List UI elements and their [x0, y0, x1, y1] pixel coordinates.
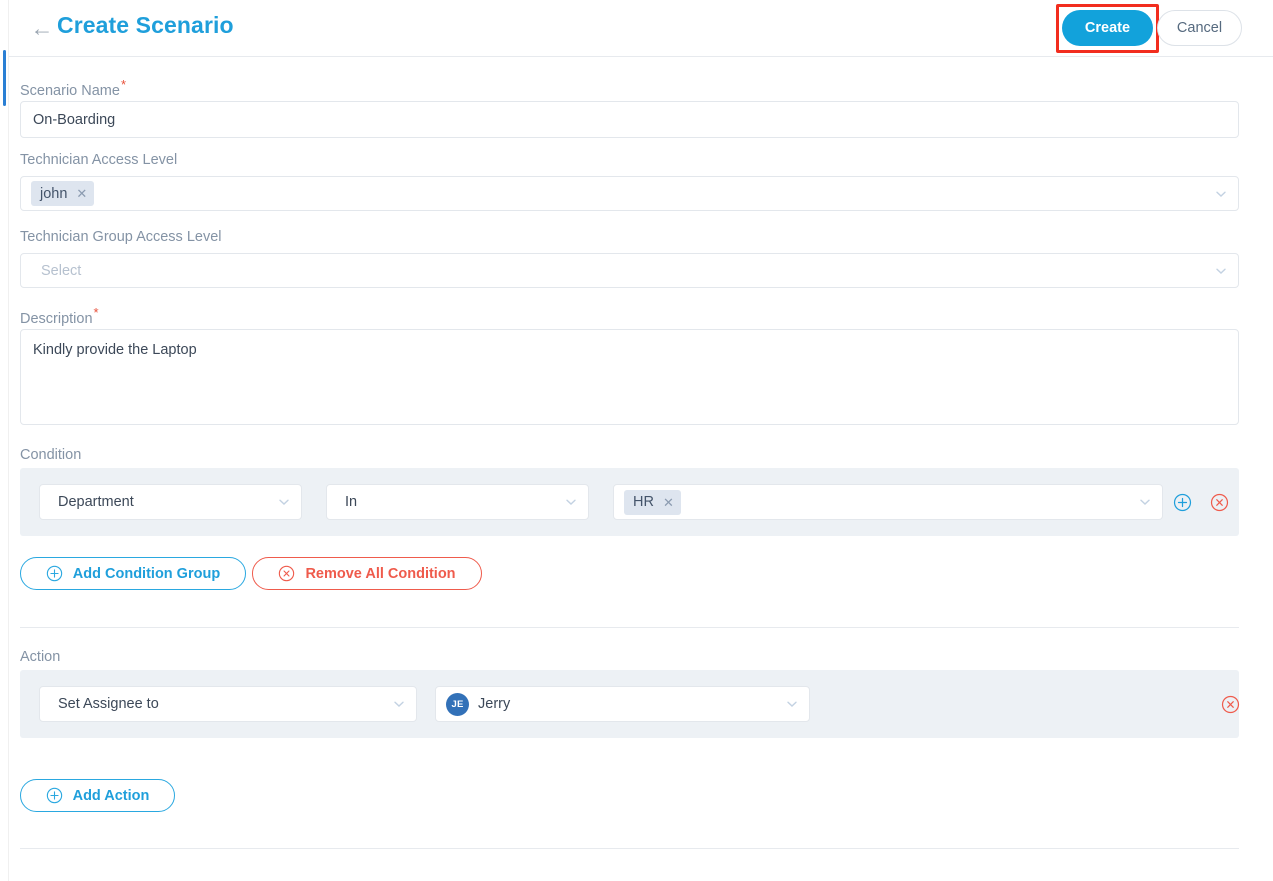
- technician-group-placeholder: Select: [41, 262, 82, 279]
- required-asterisk: *: [120, 77, 126, 92]
- action-type-value: Set Assignee to: [58, 696, 159, 712]
- create-button[interactable]: Create: [1062, 10, 1153, 46]
- scrollbar-thumb[interactable]: [3, 50, 6, 106]
- chevron-down-icon[interactable]: [564, 495, 578, 509]
- technician-group-access-level-label: Technician Group Access Level: [20, 229, 222, 245]
- technician-access-level-select[interactable]: john ✕: [20, 176, 1239, 211]
- add-action-label: Add Action: [72, 787, 150, 804]
- action-type-select[interactable]: Set Assignee to: [39, 686, 417, 722]
- page-scrollbar[interactable]: [0, 0, 9, 881]
- technician-access-level-label: Technician Access Level: [20, 152, 178, 168]
- plus-circle-icon: [46, 787, 62, 804]
- scenario-form: Scenario Name* Technician Access Level j…: [9, 57, 1273, 881]
- add-action-button[interactable]: Add Action: [20, 779, 175, 812]
- chevron-down-icon[interactable]: [392, 697, 406, 711]
- technician-group-access-level-select[interactable]: Select: [20, 253, 1239, 288]
- tag-remove-icon[interactable]: ✕: [663, 496, 674, 509]
- tag-label: HR: [633, 494, 654, 510]
- tag-chip[interactable]: john ✕: [31, 181, 95, 206]
- condition-field-value: Department: [58, 494, 134, 510]
- description-label-text: Description: [20, 310, 93, 327]
- action-panel: Set Assignee to JE Jerry: [20, 670, 1240, 738]
- section-divider-action: [20, 848, 1239, 849]
- add-condition-group-button[interactable]: Add Condition Group: [20, 557, 246, 590]
- action-assignee-name: Jerry: [478, 696, 511, 712]
- condition-panel: Department In HR ✕: [20, 468, 1239, 536]
- page-header: ← Create Scenario Create Cancel: [9, 0, 1273, 57]
- remove-all-condition-button[interactable]: Remove All Condition: [252, 557, 482, 590]
- description-textarea[interactable]: [20, 329, 1239, 425]
- tag-remove-icon[interactable]: ✕: [76, 187, 87, 200]
- chevron-down-icon[interactable]: [277, 495, 291, 509]
- action-assignee-select[interactable]: JE Jerry: [435, 686, 810, 722]
- remove-circle-icon: [279, 565, 295, 582]
- plus-circle-icon: [46, 565, 62, 582]
- condition-operator-value: In: [345, 494, 358, 510]
- condition-label: Condition: [20, 447, 82, 463]
- remove-action-row-icon[interactable]: [1221, 695, 1240, 714]
- condition-operator-select[interactable]: In: [326, 484, 589, 520]
- action-label: Action: [20, 649, 61, 665]
- tag-chip[interactable]: HR ✕: [624, 489, 681, 515]
- back-arrow-icon[interactable]: ←: [28, 16, 56, 40]
- page-title: Create Scenario: [57, 12, 234, 38]
- condition-value-select[interactable]: HR ✕: [613, 484, 1163, 520]
- chevron-down-icon[interactable]: [785, 697, 799, 711]
- avatar: JE: [446, 692, 469, 716]
- description-label: Description*: [20, 305, 99, 327]
- tag-label: john: [40, 185, 68, 202]
- scenario-name-label-text: Scenario Name: [20, 82, 120, 99]
- scenario-name-input[interactable]: [20, 101, 1239, 138]
- required-asterisk: *: [93, 305, 99, 320]
- chevron-down-icon[interactable]: [1214, 187, 1228, 201]
- remove-condition-row-icon[interactable]: [1210, 493, 1229, 512]
- chevron-down-icon[interactable]: [1214, 264, 1228, 278]
- remove-all-condition-label: Remove All Condition: [305, 565, 456, 582]
- condition-field-select[interactable]: Department: [39, 484, 302, 520]
- scenario-name-label: Scenario Name*: [20, 77, 126, 99]
- chevron-down-icon[interactable]: [1138, 495, 1152, 509]
- section-divider-condition: [20, 627, 1239, 628]
- add-condition-group-label: Add Condition Group: [72, 565, 221, 582]
- add-condition-row-icon[interactable]: [1173, 493, 1192, 512]
- cancel-button[interactable]: Cancel: [1157, 10, 1242, 46]
